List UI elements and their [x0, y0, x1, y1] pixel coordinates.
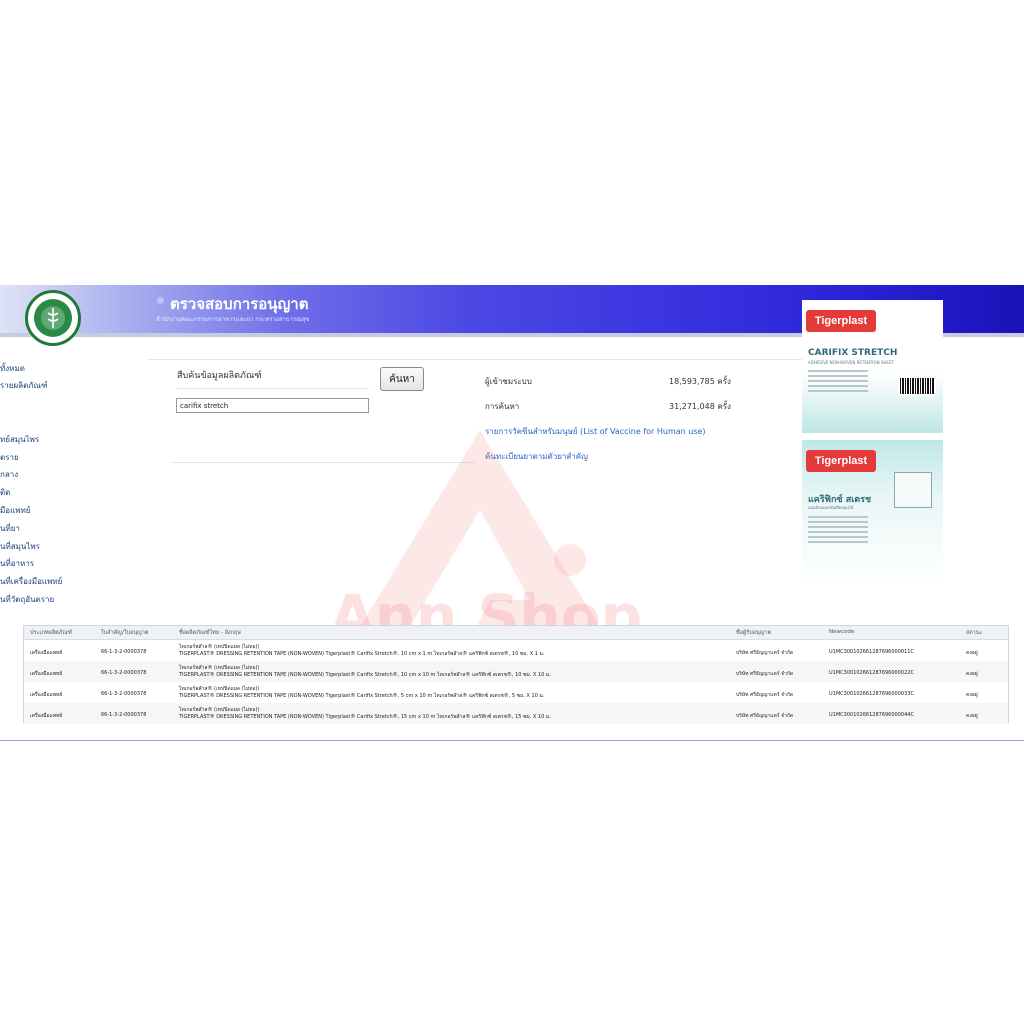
product-image-back: Tigerplast แคริฟิกซ์ สเตรช แผ่นปิดแผลชนิ…: [802, 440, 943, 583]
content-divider: [148, 359, 808, 360]
col-license[interactable]: ใบสำคัญ/ใบอนุญาต: [101, 629, 148, 637]
barcode-icon: [898, 376, 936, 396]
table-row[interactable]: เครื่องมือแพทย์ 66-1-3-2-0000378 ไทเกอร์…: [24, 661, 1008, 682]
cell-holder: บริษัท ศรีธัญญาแคร์ จำกัด: [736, 713, 794, 719]
sidebar-item-center[interactable]: กลาง: [0, 468, 18, 481]
cell-type: เครื่องมือแพทย์: [30, 671, 63, 677]
cell-name-detail: TIGERPLAST® DRESSING RETENTION TAPE (NON…: [179, 672, 551, 678]
usage-diagram-icon: [894, 472, 932, 508]
page-subtitle: สำนักงานคณะกรรมการอาหารและยา กระทรวงสาธา…: [156, 316, 310, 323]
cell-name-detail: TIGERPLAST® DRESSING RETENTION TAPE (NON…: [179, 693, 545, 699]
cell-license: 66-1-3-2-0000378: [101, 670, 147, 676]
cell-newcode: U1MC300102661287696000033C: [829, 691, 914, 697]
footer-divider: [0, 740, 1024, 741]
sidebar-item-product-list[interactable]: รายผลิตภัณฑ์: [0, 379, 48, 392]
search-button[interactable]: ค้นหา: [380, 367, 424, 391]
cell-status: คงอยู่: [966, 671, 978, 677]
product-sub-en: ADHESIVE NON-WOVEN RETENTION SHEET: [808, 360, 894, 365]
cell-name-detail: TIGERPLAST® DRESSING RETENTION TAPE (NON…: [179, 651, 545, 657]
sidebar-item-hazard[interactable]: ตราย: [0, 451, 19, 464]
cell-newcode: U1MC300102661287696000022C: [829, 670, 914, 676]
results-table: ประเภทผลิตภัณฑ์ ใบสำคัญ/ใบอนุญาต ชื่อผลิ…: [23, 625, 1009, 724]
search-input[interactable]: [176, 398, 369, 413]
table-row[interactable]: เครื่องมือแพทย์ 66-1-3-2-0000378 ไทเกอร์…: [24, 640, 1008, 661]
searches-label: การค้นหา: [485, 402, 520, 411]
sidebar-item-hazard-place[interactable]: นที่วัตถุอันตราย: [0, 593, 54, 606]
cell-status: คงอยู่: [966, 650, 978, 656]
sidebar-item-device-place[interactable]: นที่เครื่องมือแพทย์: [0, 575, 62, 588]
brand-logo: Tigerplast: [806, 310, 876, 332]
product-sub-th: แผ่นปิดแผลชนิดยืดหยุ่นได้: [808, 505, 854, 510]
cell-license: 66-1-3-2-0000378: [101, 691, 147, 697]
table-row[interactable]: เครื่องมือแพทย์ 66-1-3-2-0000378 ไทเกอร์…: [24, 682, 1008, 703]
cell-status: คงอยู่: [966, 713, 978, 719]
table-row[interactable]: เครื่องมือแพทย์ 66-1-3-2-0000378 ไทเกอร์…: [24, 703, 1008, 724]
table-header: ประเภทผลิตภัณฑ์ ใบสำคัญ/ใบอนุญาต ชื่อผลิ…: [24, 626, 1008, 640]
cell-license: 66-1-3-2-0000378: [101, 712, 147, 718]
product-name-en: CARIFIX STRETCH: [808, 348, 898, 358]
sidebar-item-medical-device[interactable]: มือแพทย์: [0, 504, 30, 517]
cell-holder: บริษัท ศรีธัญญาแคร์ จำกัด: [736, 671, 794, 677]
cell-newcode: U1MC300102661287696000044C: [829, 712, 914, 718]
cell-type: เครื่องมือแพทย์: [30, 650, 63, 656]
search-section-divider: [170, 462, 475, 463]
cell-status: คงอยู่: [966, 692, 978, 698]
searches-value: 31,271,048 ครั้ง: [669, 402, 731, 411]
sidebar-item-herbal-place[interactable]: นที่สมุนไพร: [0, 540, 40, 553]
cell-license: 66-1-3-2-0000378: [101, 649, 147, 655]
col-product-name[interactable]: ชื่อผลิตภัณฑ์ไทย - อังกฤษ: [179, 629, 241, 637]
cell-newcode: U1MC300102661287696000011C: [829, 649, 914, 655]
ministry-logo[interactable]: [25, 290, 81, 346]
sidebar-item-drug-place[interactable]: นที่ยา: [0, 522, 20, 535]
sidebar-item-food-place[interactable]: นที่อาหาร: [0, 557, 34, 570]
brand-logo-2: Tigerplast: [806, 450, 876, 472]
col-newcode[interactable]: Newcode: [829, 629, 854, 635]
product-text-block-2: [808, 516, 868, 546]
col-type[interactable]: ประเภทผลิตภัณฑ์: [30, 629, 72, 637]
visitors-label: ผู้เข้าชมระบบ: [485, 377, 532, 386]
sidebar-item-addict[interactable]: ติด: [0, 486, 10, 499]
col-status[interactable]: สถานะ: [966, 629, 983, 637]
cell-holder: บริษัท ศรีธัญญาแคร์ จำกัด: [736, 692, 794, 698]
cell-name-detail: TIGERPLAST® DRESSING RETENTION TAPE (NON…: [179, 714, 551, 720]
visitors-value: 18,593,785 ครั้ง: [669, 377, 731, 386]
product-image-front: Tigerplast CARIFIX STRETCH ADHESIVE NON-…: [802, 300, 943, 433]
col-holder[interactable]: ชื่อผู้รับอนุญาต: [736, 629, 771, 637]
cell-holder: บริษัท ศรีธัญญาแคร์ จำกัด: [736, 650, 794, 656]
cell-type: เครื่องมือแพทย์: [30, 692, 63, 698]
cell-type: เครื่องมือแพทย์: [30, 713, 63, 719]
logo-emblem-icon: [34, 299, 72, 337]
title-bullet: [157, 297, 164, 304]
sidebar-item-all[interactable]: ทั้งหมด: [0, 362, 25, 375]
vaccine-list-link[interactable]: รายการวัคซีนสำหรับมนุษย์ (List of Vaccin…: [485, 425, 706, 438]
drug-search-link[interactable]: ค้นทะเบียนยาตามตัวยาสำคัญ: [485, 450, 588, 463]
search-divider: [177, 388, 369, 389]
sidebar-item-herbal[interactable]: ทย์สมุนไพร: [0, 433, 39, 446]
search-label: สืบค้นข้อมูลผลิตภัณฑ์: [177, 371, 262, 381]
product-text-block: [808, 370, 868, 395]
page-title: ตรวจสอบการอนุญาต: [170, 295, 309, 313]
